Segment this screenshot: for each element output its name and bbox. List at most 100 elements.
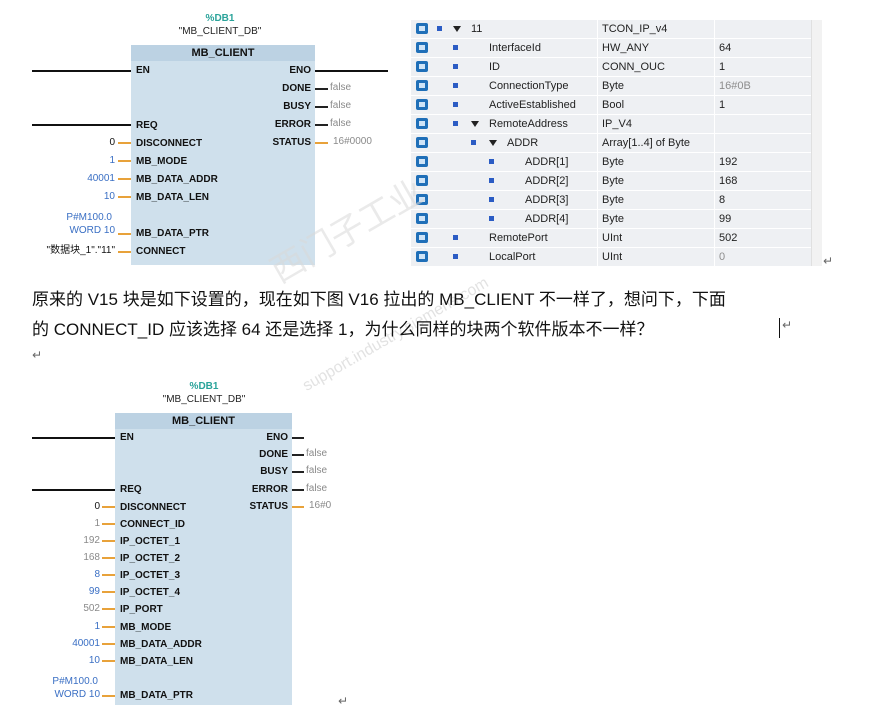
row-type: Byte [602, 175, 625, 187]
table-row[interactable]: RemoteAddress IP_V4 [411, 115, 816, 133]
req-wire [32, 489, 115, 491]
return-mark: ↵ [782, 318, 793, 332]
fb-title: MB_CLIENT [115, 413, 292, 429]
table-row[interactable]: ActiveEstablished Bool 1 [411, 96, 816, 114]
expand-chevron-icon[interactable] [453, 26, 461, 32]
ip-octet-4-value[interactable]: 99 [44, 586, 100, 598]
error-value[interactable]: false [306, 483, 327, 495]
ip-octet-3-value[interactable]: 8 [44, 569, 100, 581]
expand-chevron-icon[interactable] [489, 140, 497, 146]
disconnect-value[interactable]: 0 [44, 501, 100, 513]
row-type: Byte [602, 80, 625, 92]
expand-chevron-icon[interactable] [471, 121, 479, 127]
mb-data-addr-value[interactable]: 40001 [44, 638, 100, 650]
error-stub [292, 489, 304, 491]
pin-ip-octet-2: IP_OCTET_2 [120, 553, 181, 564]
bullet-icon [453, 83, 458, 88]
en-wire [32, 437, 115, 439]
row-name: ADDR[1] [525, 156, 569, 168]
mb-data-ptr-value-1[interactable]: P#M100.0 [24, 676, 98, 688]
mb-data-addr-stub [102, 643, 115, 645]
row-type: Bool [602, 99, 625, 111]
busy-stub [315, 106, 328, 108]
table-row[interactable]: ADDR[2] Byte 168 [411, 172, 816, 190]
pin-req: REQ [136, 120, 158, 131]
ip-octet-4-stub [102, 591, 115, 593]
bullet-icon [453, 64, 458, 69]
row-value[interactable]: 64 [719, 39, 731, 57]
row-value[interactable]: 1 [719, 58, 725, 76]
mb-mode-stub [102, 626, 115, 628]
mb-data-addr-stub [118, 178, 131, 180]
row-value[interactable]: 99 [719, 210, 731, 228]
mb-data-ptr-value-1[interactable]: P#M100.0 [40, 212, 112, 224]
row-type-icon [416, 99, 428, 110]
ip-octet-1-value[interactable]: 192 [44, 535, 100, 547]
table-row[interactable]: ADDR Array[1..4] of Byte [411, 134, 816, 152]
row-value[interactable]: 502 [719, 229, 737, 247]
row-type-icon [416, 42, 428, 53]
error-stub [315, 124, 328, 126]
table-row[interactable]: ID CONN_OUC 1 [411, 58, 816, 76]
row-type: CONN_OUC [602, 61, 665, 73]
table-row[interactable]: LocalPort UInt 0 [411, 248, 816, 266]
status-value[interactable]: 16#0000 [333, 136, 372, 148]
connect-value[interactable]: "数据块_1"."11" [20, 245, 115, 257]
busy-value[interactable]: false [306, 465, 327, 477]
disconnect-value[interactable]: 0 [60, 137, 115, 149]
row-value[interactable]: 192 [719, 153, 737, 171]
return-mark: ↵ [32, 348, 43, 362]
table-row[interactable]: ConnectionType Byte 16#0B [411, 77, 816, 95]
bullet-icon [489, 216, 494, 221]
row-value[interactable]: 168 [719, 172, 737, 190]
mb-data-len-stub [102, 660, 115, 662]
row-type: Array[1..4] of Byte [602, 137, 691, 149]
row-value[interactable]: 0 [719, 248, 725, 266]
row-type-icon [416, 137, 428, 148]
pin-mb-data-ptr: MB_DATA_PTR [120, 690, 193, 701]
table-row[interactable]: RemotePort UInt 502 [411, 229, 816, 247]
busy-value[interactable]: false [330, 100, 351, 112]
error-value[interactable]: false [330, 118, 351, 130]
row-value[interactable]: 16#0B [719, 77, 751, 95]
db-structure-table: 11 TCON_IP_v4 InterfaceId HW_ANY 64 ID C… [411, 20, 822, 266]
connect-id-value[interactable]: 1 [44, 518, 100, 530]
table-row[interactable]: ADDR[4] Byte 99 [411, 210, 816, 228]
pin-error: ERROR [251, 484, 288, 495]
done-value[interactable]: false [330, 82, 351, 94]
row-type: Byte [602, 213, 625, 225]
row-type-icon [416, 61, 428, 72]
ip-port-value[interactable]: 502 [44, 603, 100, 615]
pin-ip-octet-4: IP_OCTET_4 [120, 587, 181, 598]
mb-data-ptr-value-2[interactable]: WORD 10 [24, 689, 100, 701]
table-row[interactable]: InterfaceId HW_ANY 64 [411, 39, 816, 57]
row-type: UInt [602, 232, 623, 244]
pin-en: EN [136, 65, 150, 76]
pin-eno: ENO [266, 432, 288, 443]
table-row[interactable]: ADDR[1] Byte 192 [411, 153, 816, 171]
ip-octet-2-value[interactable]: 168 [44, 552, 100, 564]
row-value[interactable]: 1 [719, 96, 725, 114]
mb-data-len-value[interactable]: 10 [60, 191, 115, 203]
table-row[interactable]: ADDR[3] Byte 8 [411, 191, 816, 209]
pin-mb-data-len: MB_DATA_LEN [120, 656, 193, 667]
row-value[interactable]: 8 [719, 191, 725, 209]
bullet-icon [437, 26, 442, 31]
pin-mb-data-ptr: MB_DATA_PTR [136, 228, 209, 239]
mb-data-len-value[interactable]: 10 [44, 655, 100, 667]
bullet-icon [453, 254, 458, 259]
mb-mode-value[interactable]: 1 [44, 621, 100, 633]
done-stub [315, 88, 328, 90]
connect-stub [118, 251, 131, 253]
done-value[interactable]: false [306, 448, 327, 460]
table-row[interactable]: 11 TCON_IP_v4 [411, 20, 816, 38]
status-value[interactable]: 16#0 [309, 500, 331, 512]
mb-mode-value[interactable]: 1 [60, 155, 115, 167]
pin-mb-mode: MB_MODE [120, 622, 172, 633]
table-scrollbar[interactable] [811, 20, 822, 266]
mb-data-addr-value[interactable]: 40001 [60, 173, 115, 185]
row-type: HW_ANY [602, 42, 650, 54]
req-wire [32, 124, 131, 126]
bullet-icon [453, 45, 458, 50]
mb-data-ptr-value-2[interactable]: WORD 10 [40, 225, 115, 237]
